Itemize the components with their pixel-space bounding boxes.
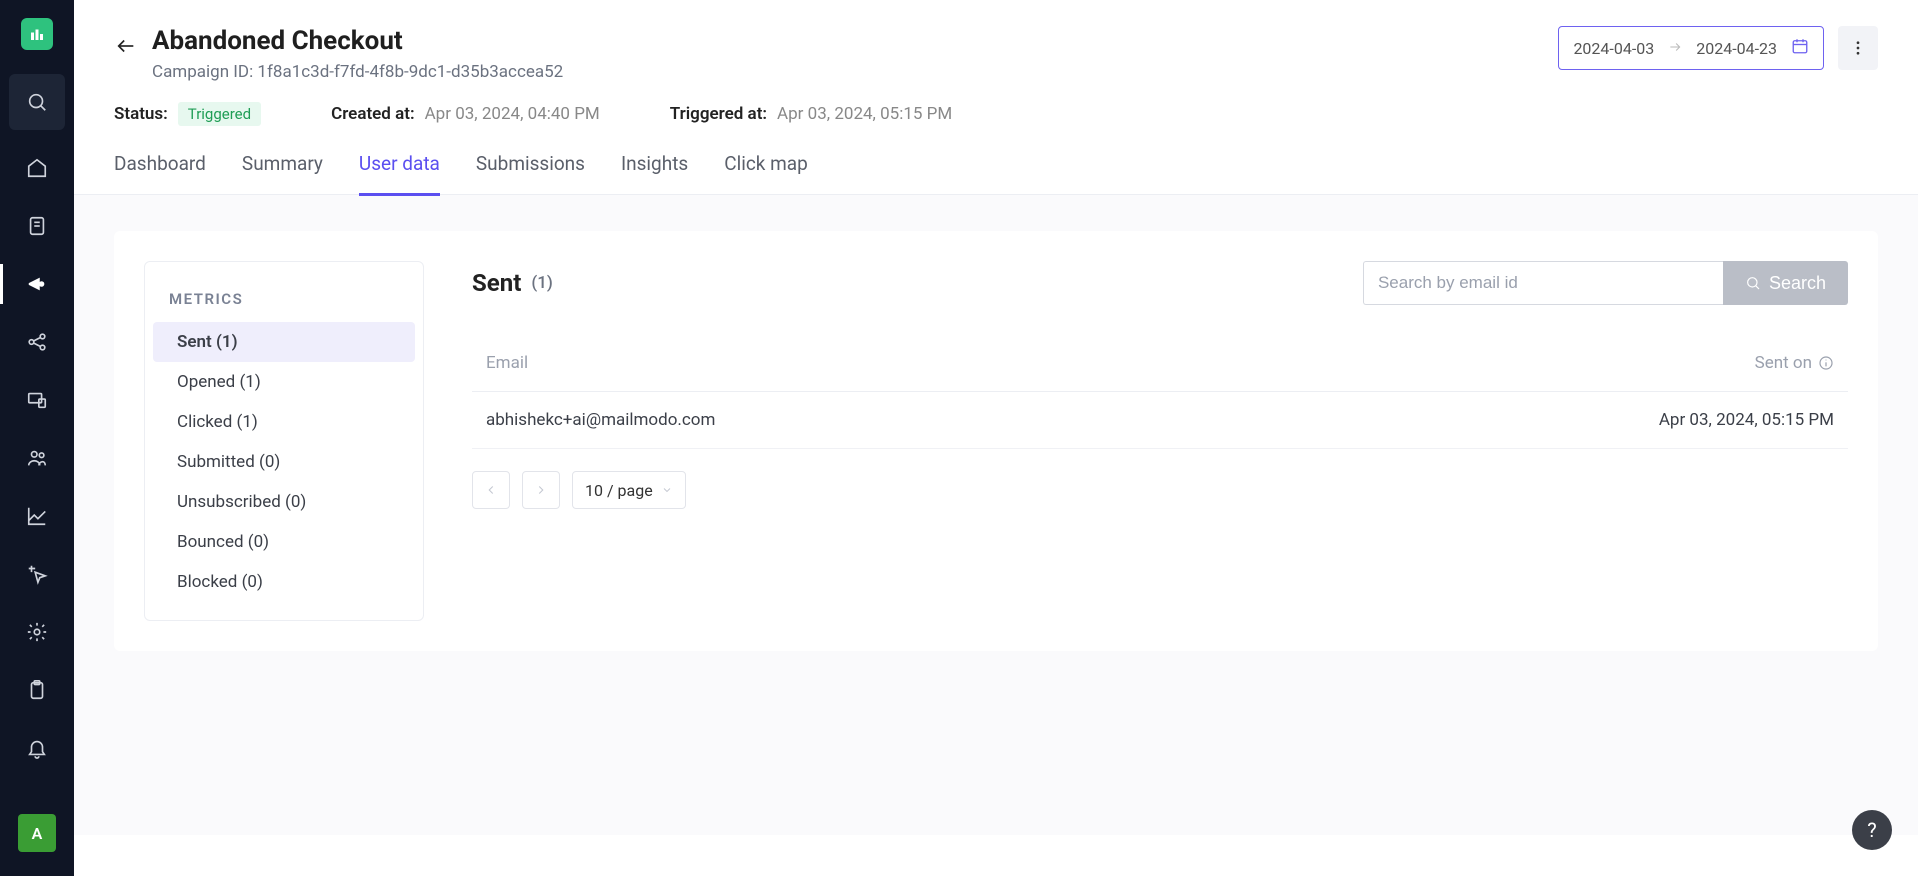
date-range-picker[interactable]: 2024-04-03 2024-04-23 bbox=[1558, 26, 1824, 70]
col-sent-on: Sent on bbox=[1755, 353, 1812, 373]
status-badge: Triggered bbox=[178, 102, 261, 126]
bar-chart-icon bbox=[28, 25, 46, 43]
search-input[interactable] bbox=[1363, 261, 1723, 305]
next-page-button[interactable] bbox=[522, 471, 560, 509]
status-label: Status: bbox=[114, 104, 168, 124]
user-data-panel: METRICS Sent (1) Opened (1) Clicked (1) … bbox=[114, 231, 1878, 651]
created-label: Created at: bbox=[331, 104, 414, 124]
metric-blocked[interactable]: Blocked (0) bbox=[153, 562, 415, 602]
tab-summary[interactable]: Summary bbox=[242, 152, 323, 194]
email-search: Search bbox=[1363, 261, 1848, 305]
search-button-label: Search bbox=[1769, 273, 1826, 294]
sidebar: A bbox=[0, 0, 74, 876]
home-icon bbox=[26, 157, 48, 179]
sidebar-search-button[interactable] bbox=[9, 74, 65, 130]
tab-submissions[interactable]: Submissions bbox=[476, 152, 585, 194]
cursor-sparkle-icon bbox=[26, 563, 48, 585]
triggered-label: Triggered at: bbox=[670, 104, 767, 124]
sent-title: Sent bbox=[472, 269, 521, 297]
metrics-card: METRICS Sent (1) Opened (1) Clicked (1) … bbox=[144, 261, 424, 621]
document-icon bbox=[26, 215, 48, 237]
campaign-id-label: Campaign ID: bbox=[152, 62, 253, 82]
tab-dashboard[interactable]: Dashboard bbox=[114, 152, 206, 194]
users-icon bbox=[26, 447, 48, 469]
col-email: Email bbox=[486, 353, 528, 373]
tab-insights[interactable]: Insights bbox=[621, 152, 688, 194]
main-content: Abandoned Checkout Campaign ID: 1f8a1c3d… bbox=[74, 0, 1918, 876]
chevron-right-icon bbox=[534, 483, 548, 497]
search-button[interactable]: Search bbox=[1723, 261, 1848, 305]
row-email: abhishekc+ai@mailmodo.com bbox=[486, 410, 715, 430]
page-size-label: 10 / page bbox=[585, 481, 653, 500]
sent-count: (1) bbox=[531, 273, 553, 293]
kebab-icon bbox=[1849, 39, 1867, 57]
nav-campaigns[interactable] bbox=[9, 268, 65, 300]
megaphone-icon bbox=[26, 273, 48, 295]
arrow-right-icon bbox=[1668, 39, 1682, 58]
metric-submitted[interactable]: Submitted (0) bbox=[153, 442, 415, 482]
campaign-id-line: Campaign ID: 1f8a1c3d-f7fd-4f8b-9dc1-d35… bbox=[152, 62, 563, 82]
created-value: Apr 03, 2024, 04:40 PM bbox=[425, 104, 600, 124]
nav-integrations[interactable] bbox=[9, 326, 65, 358]
nav-analytics[interactable] bbox=[9, 500, 65, 532]
share-icon bbox=[26, 331, 48, 353]
pagination: 10 / page bbox=[472, 471, 1848, 509]
status-row: Status: Triggered Created at: Apr 03, 20… bbox=[74, 82, 1918, 126]
app-logo[interactable] bbox=[21, 18, 53, 50]
arrow-left-icon bbox=[115, 35, 137, 57]
search-icon bbox=[26, 91, 48, 113]
metrics-heading: METRICS bbox=[145, 280, 423, 322]
page-title: Abandoned Checkout bbox=[152, 26, 563, 56]
campaign-id-value: 1f8a1c3d-f7fd-4f8b-9dc1-d35b3accea52 bbox=[257, 62, 563, 82]
date-range-start: 2024-04-03 bbox=[1573, 39, 1654, 58]
more-actions-button[interactable] bbox=[1838, 26, 1878, 70]
nav-automation[interactable] bbox=[9, 558, 65, 590]
content-area: METRICS Sent (1) Opened (1) Clicked (1) … bbox=[74, 195, 1918, 835]
date-range-end: 2024-04-23 bbox=[1696, 39, 1777, 58]
info-icon[interactable] bbox=[1818, 355, 1834, 371]
device-icon bbox=[26, 389, 48, 411]
table-header: Email Sent on bbox=[472, 335, 1848, 392]
chevron-down-icon bbox=[661, 481, 673, 500]
gear-icon bbox=[26, 621, 48, 643]
help-label: ? bbox=[1867, 818, 1876, 842]
metric-unsubscribed[interactable]: Unsubscribed (0) bbox=[153, 482, 415, 522]
user-avatar[interactable]: A bbox=[18, 814, 56, 852]
metric-clicked[interactable]: Clicked (1) bbox=[153, 402, 415, 442]
nav-tasks[interactable] bbox=[9, 674, 65, 706]
calendar-icon bbox=[1791, 37, 1809, 59]
tab-user-data[interactable]: User data bbox=[359, 152, 440, 196]
sidebar-nav bbox=[9, 152, 65, 764]
clipboard-icon bbox=[26, 679, 48, 701]
page-header: Abandoned Checkout Campaign ID: 1f8a1c3d… bbox=[74, 0, 1918, 82]
nav-notifications[interactable] bbox=[9, 732, 65, 764]
metric-bounced[interactable]: Bounced (0) bbox=[153, 522, 415, 562]
back-button[interactable] bbox=[114, 34, 138, 58]
tabs: Dashboard Summary User data Submissions … bbox=[74, 126, 1918, 195]
search-icon bbox=[1745, 275, 1761, 291]
metric-opened[interactable]: Opened (1) bbox=[153, 362, 415, 402]
help-button[interactable]: ? bbox=[1852, 810, 1892, 850]
nav-home[interactable] bbox=[9, 152, 65, 184]
bell-icon bbox=[26, 737, 48, 759]
chevron-left-icon bbox=[484, 483, 498, 497]
page-size-select[interactable]: 10 / page bbox=[572, 471, 686, 509]
metric-sent[interactable]: Sent (1) bbox=[153, 322, 415, 362]
sent-table: Email Sent on abhishekc+ai@mailmodo.com … bbox=[472, 335, 1848, 449]
prev-page-button[interactable] bbox=[472, 471, 510, 509]
triggered-value: Apr 03, 2024, 05:15 PM bbox=[777, 104, 952, 124]
chart-line-icon bbox=[26, 505, 48, 527]
nav-templates[interactable] bbox=[9, 210, 65, 242]
nav-forms[interactable] bbox=[9, 384, 65, 416]
nav-settings[interactable] bbox=[9, 616, 65, 648]
table-row: abhishekc+ai@mailmodo.com Apr 03, 2024, … bbox=[472, 392, 1848, 449]
sent-panel: Sent (1) Search Email bbox=[472, 261, 1848, 621]
tab-click-map[interactable]: Click map bbox=[724, 152, 808, 194]
row-sent-on: Apr 03, 2024, 05:15 PM bbox=[1659, 410, 1834, 430]
nav-contacts[interactable] bbox=[9, 442, 65, 474]
